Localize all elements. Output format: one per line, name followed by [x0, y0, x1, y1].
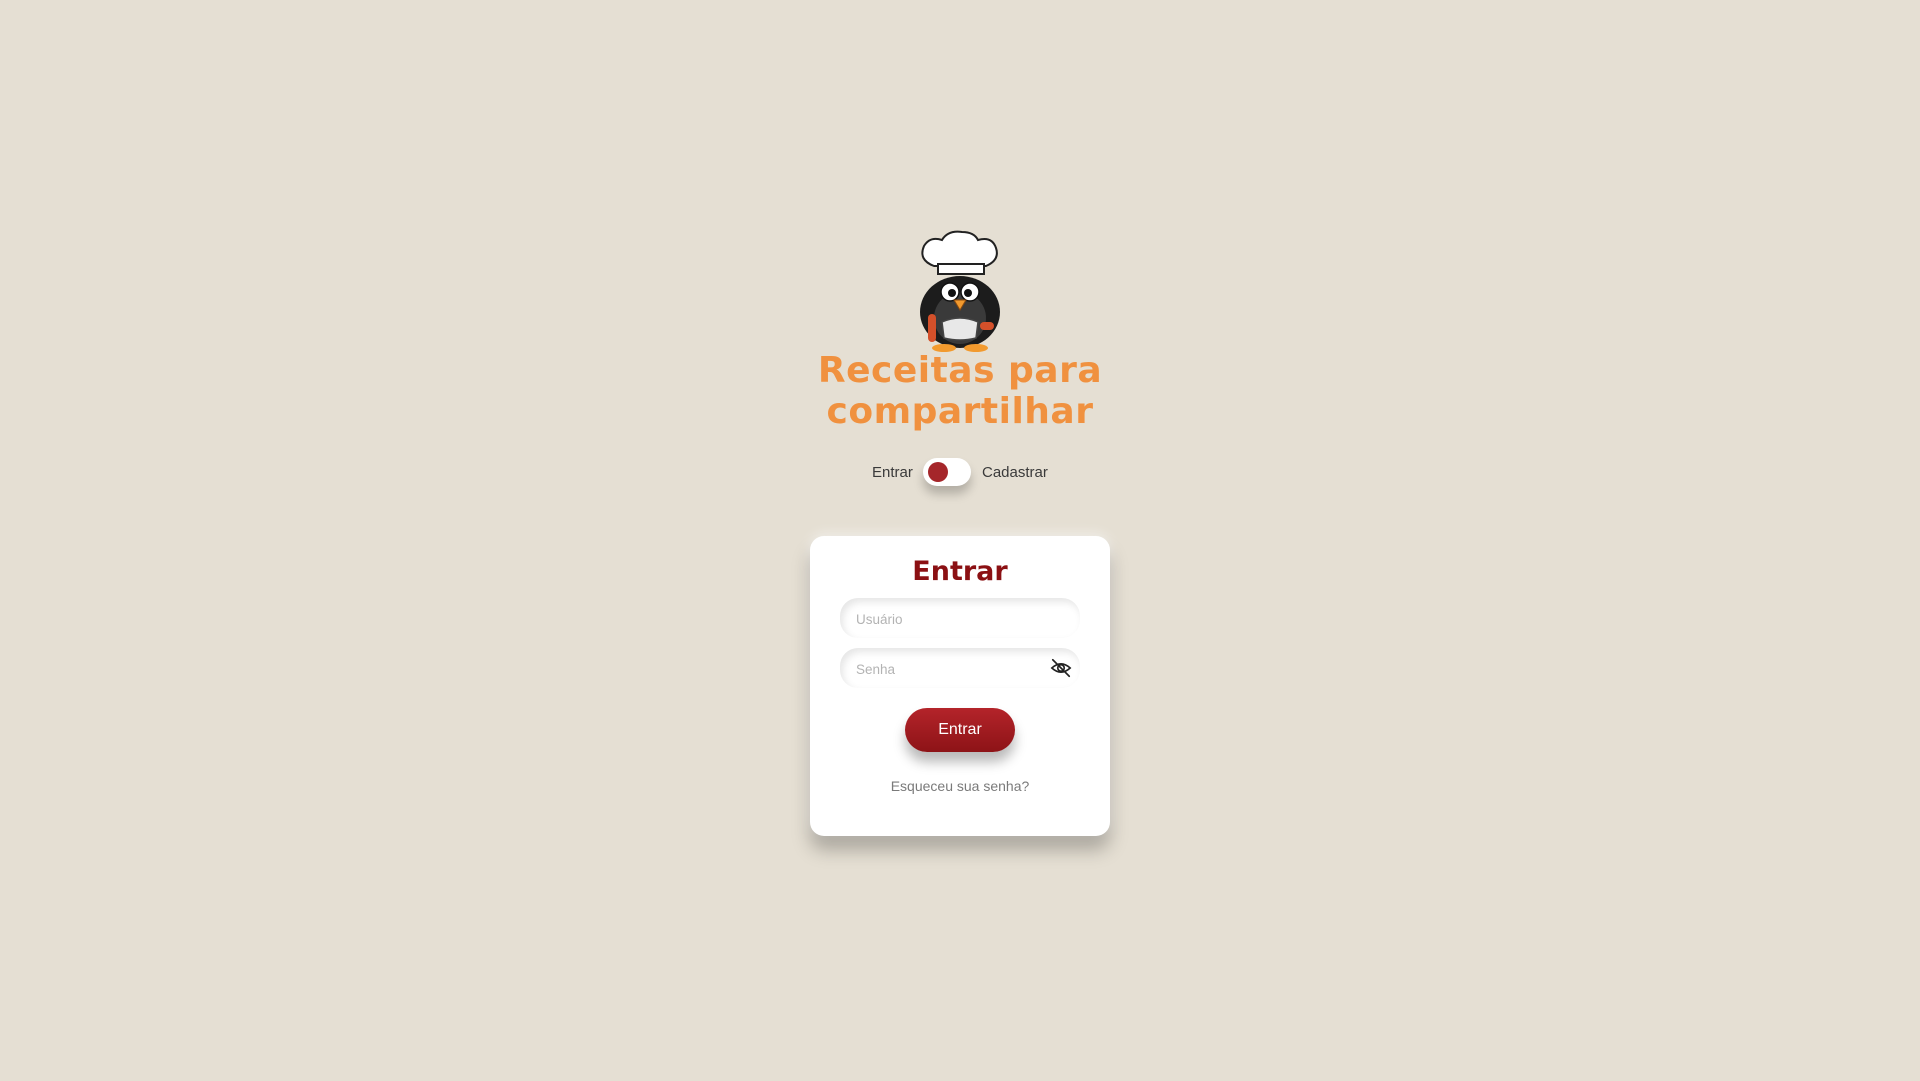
login-submit-button[interactable]: Entrar	[905, 708, 1015, 752]
toggle-knob	[928, 462, 948, 482]
password-input[interactable]	[854, 648, 1048, 690]
login-card-title: Entrar	[912, 556, 1008, 587]
forgot-password-link[interactable]: Esqueceu sua senha?	[810, 778, 1110, 794]
login-signup-switch: Entrar Cadastrar	[860, 456, 1060, 490]
mode-toggle[interactable]	[923, 458, 971, 486]
password-field-wrapper	[840, 648, 1080, 690]
login-page: Receitas para compartilhar Entrar Cadast…	[0, 0, 1920, 1081]
app-title: Receitas para compartilhar	[817, 350, 1103, 432]
switch-label-entrar[interactable]: Entrar	[872, 464, 913, 481]
username-field-wrapper	[840, 598, 1080, 640]
switch-label-cadastrar[interactable]: Cadastrar	[982, 464, 1048, 481]
eye-slash-icon[interactable]	[1050, 657, 1072, 679]
login-card: Entrar Entrar Esqueceu sua senha?	[810, 536, 1110, 836]
username-input[interactable]	[854, 598, 1048, 640]
chef-penguin-logo	[920, 230, 1000, 352]
